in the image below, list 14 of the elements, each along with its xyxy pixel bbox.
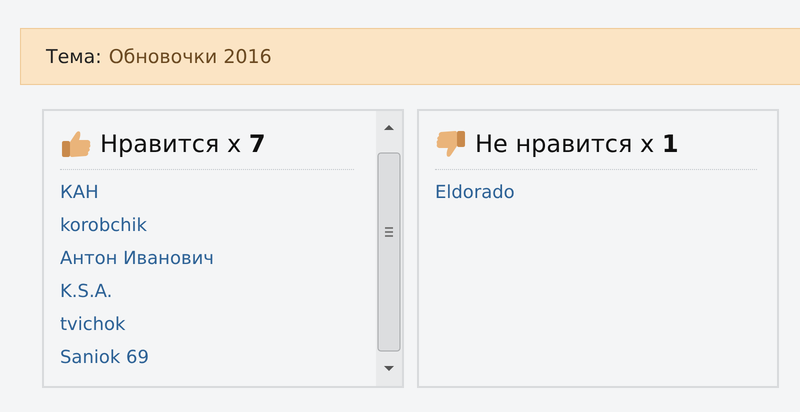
- topic-label: Тема:: [46, 46, 102, 68]
- user-link[interactable]: КАН: [60, 176, 356, 209]
- panel-heading: Не нравится x 1: [475, 130, 679, 158]
- user-link[interactable]: Eldorado: [435, 176, 757, 209]
- topic-title: Обновочки 2016: [108, 46, 272, 68]
- user-link[interactable]: Saniok 69: [60, 341, 356, 374]
- user-link[interactable]: K.S.A.: [60, 275, 356, 308]
- user-link[interactable]: tvichok: [60, 308, 356, 341]
- panel-heading: Нравится x 7: [100, 130, 266, 158]
- thumbs-up-icon: [60, 129, 92, 159]
- scrollbar[interactable]: [376, 111, 402, 386]
- user-link[interactable]: korobchik: [60, 209, 356, 242]
- thumbs-down-icon: [435, 129, 467, 159]
- user-link[interactable]: Антон Иванович: [60, 242, 356, 275]
